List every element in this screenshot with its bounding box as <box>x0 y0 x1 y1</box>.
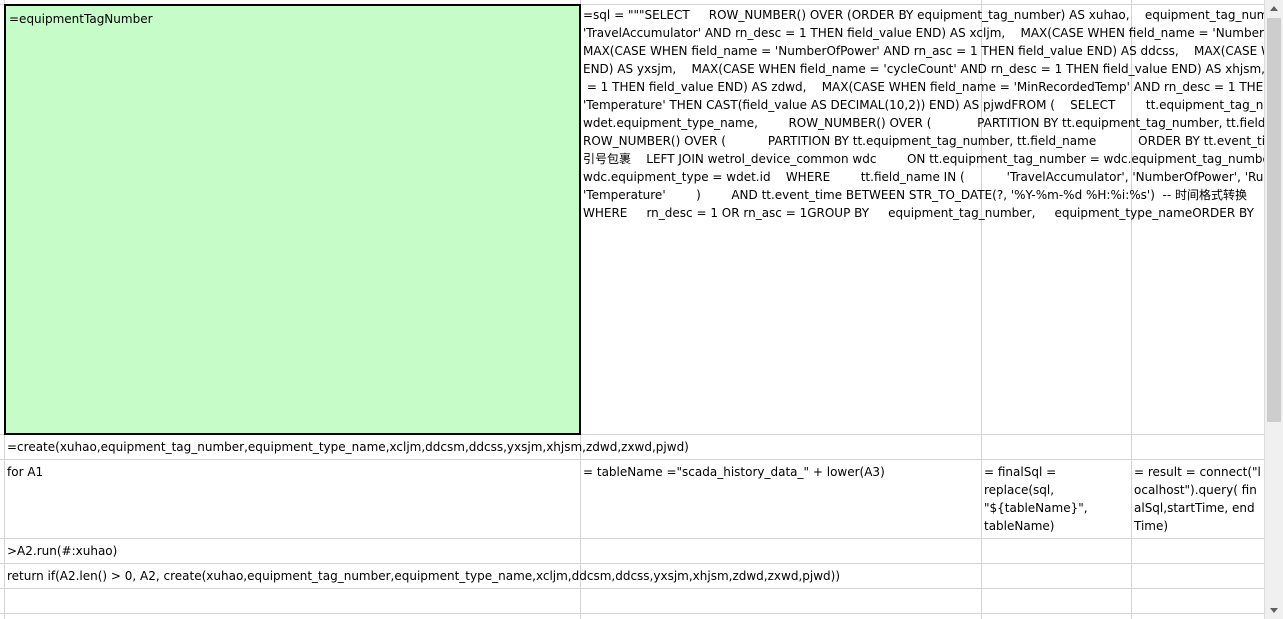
sql-line: =sql = """SELECT ROW_NUMBER() OVER (ORDE… <box>583 8 1264 22</box>
sql-line: END) AS yxsjm, MAX(CASE WHEN field_name … <box>583 62 1264 76</box>
grid-line <box>0 588 1264 589</box>
grid-line <box>0 459 1264 460</box>
cell-a1-text: =equipmentTagNumber <box>9 12 153 26</box>
cell-a4[interactable]: >A2.run(#:xuhao) <box>4 540 580 562</box>
sql-line: ROW_NUMBER() OVER ( PARTITION BY tt.equi… <box>583 134 1264 148</box>
sql-line: 'Temperature' ) AND tt.event_time BETWEE… <box>583 188 1247 202</box>
scroll-up-arrow-icon[interactable] <box>1265 0 1283 17</box>
cell-b1-sql[interactable]: =sql = """SELECT ROW_NUMBER() OVER (ORDE… <box>580 4 1264 434</box>
sql-line: MAX(CASE WHEN field_name = 'NumberOfPowe… <box>583 44 1264 58</box>
grid-line <box>0 538 1264 539</box>
scrollbar-thumb[interactable] <box>1267 18 1281 422</box>
grid-line <box>0 613 1264 614</box>
grid-line <box>0 563 1264 564</box>
sql-line: 'TravelAccumulator' AND rn_desc = 1 THEN… <box>583 26 1264 40</box>
vertical-scrollbar[interactable] <box>1264 0 1283 619</box>
cell-d3[interactable]: = result = connect("localhost").query( f… <box>1131 461 1264 537</box>
cell-c3[interactable]: = finalSql = replace(sql, "${tableName}"… <box>981 461 1131 537</box>
sql-line: 引号包裹 LEFT JOIN wetrol_device_common wdc … <box>583 152 1264 166</box>
cell-b3[interactable]: = tableName ="scada_history_data_" + low… <box>580 461 981 537</box>
scroll-down-arrow-icon[interactable] <box>1265 602 1283 619</box>
cell-a5[interactable]: return if(A2.len() > 0, A2, create(xuhao… <box>4 565 1104 587</box>
spreadsheet-grid[interactable]: =equipmentTagNumber =sql = """SELECT ROW… <box>0 0 1264 619</box>
sql-line: WHERE rn_desc = 1 OR rn_asc = 1GROUP BY … <box>583 206 1254 220</box>
sql-line: wdet.equipment_type_name, ROW_NUMBER() O… <box>583 116 1264 130</box>
cell-a3[interactable]: for A1 <box>4 461 580 537</box>
sql-line: 'Temperature' THEN CAST(field_value AS D… <box>583 98 1264 112</box>
cell-a1-selected[interactable]: =equipmentTagNumber <box>4 4 581 435</box>
sql-line: = 1 THEN field_value END) AS zdwd, MAX(C… <box>586 80 1264 94</box>
sql-line: wdc.equipment_type = wdet.id WHERE tt.fi… <box>583 170 1264 184</box>
cell-a2[interactable]: =create(xuhao,equipment_tag_number,equip… <box>4 436 1004 458</box>
